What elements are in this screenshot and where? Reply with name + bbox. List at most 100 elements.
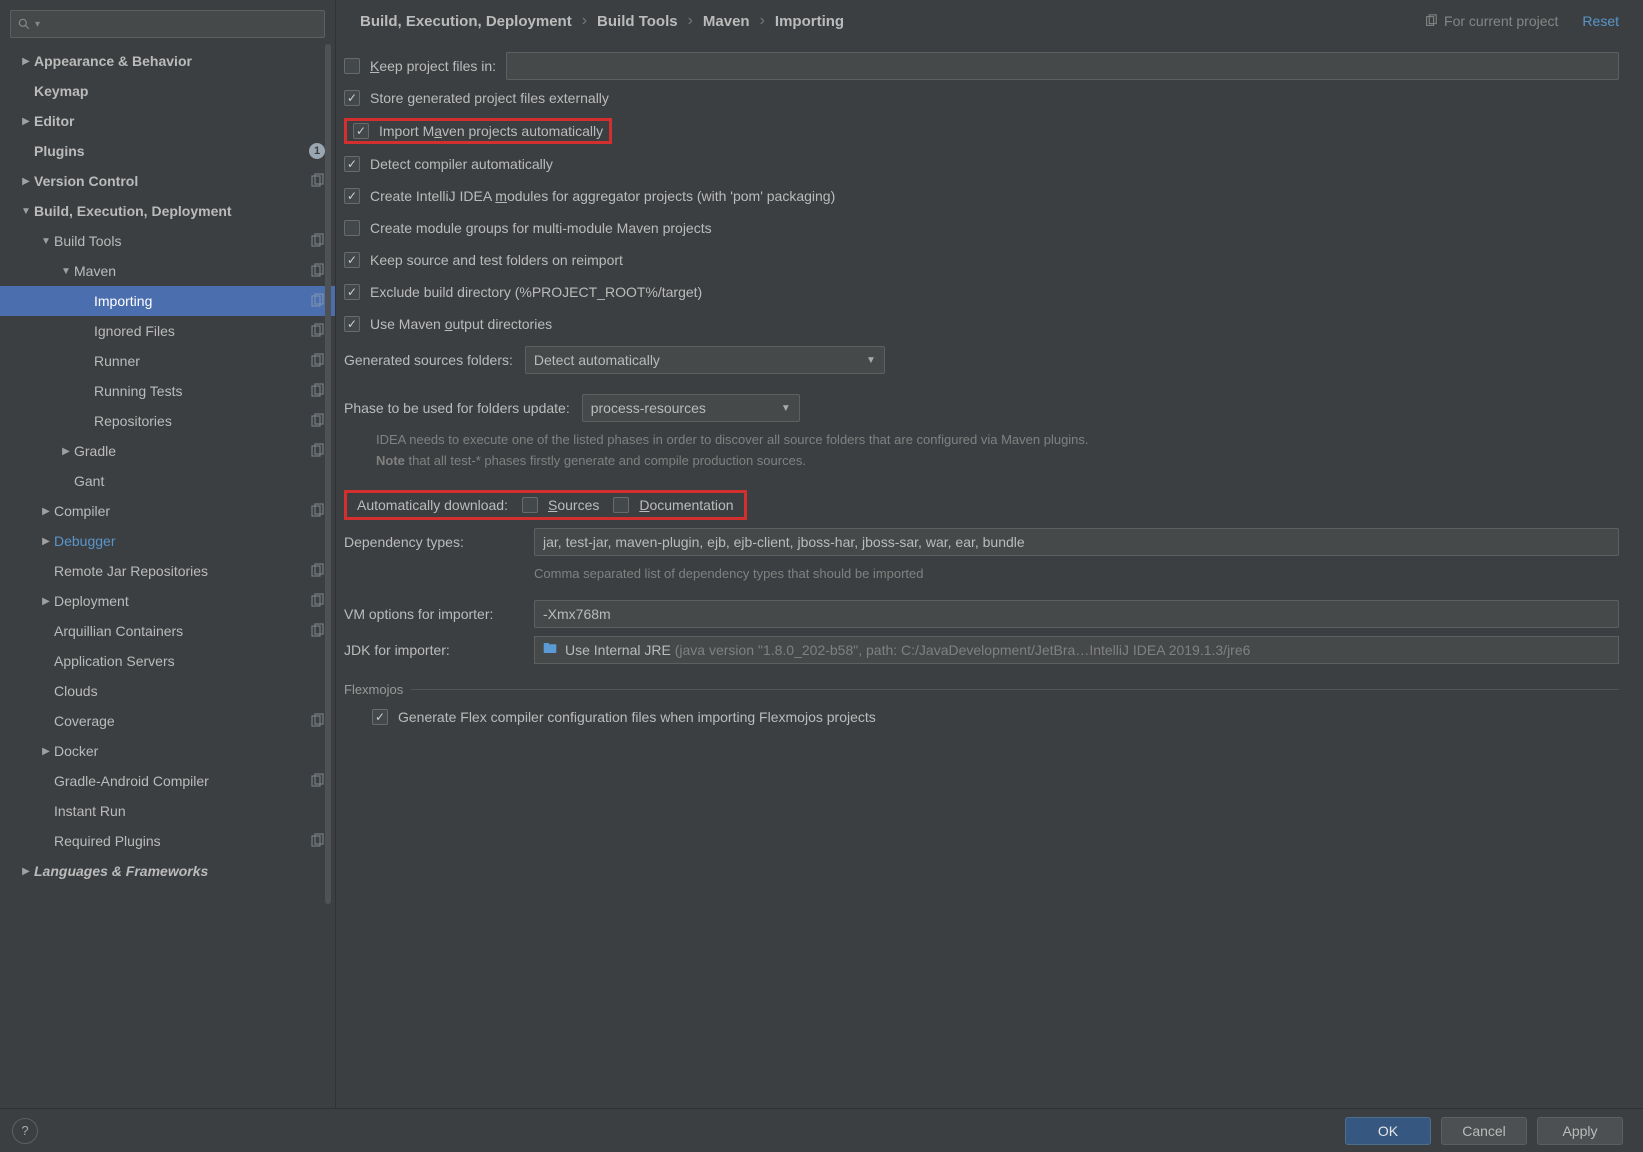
create-groups-checkbox[interactable] <box>344 220 360 236</box>
reset-link[interactable]: Reset <box>1582 13 1619 29</box>
sidebar-item-ignored-files[interactable]: ▶Ignored Files <box>0 316 335 346</box>
vm-opts-input[interactable] <box>534 600 1619 628</box>
sidebar-item-label: Ignored Files <box>94 323 305 339</box>
use-output-checkbox[interactable] <box>344 316 360 332</box>
sidebar-item-label: Build, Execution, Deployment <box>34 203 325 219</box>
sidebar-item-docker[interactable]: ▶Docker <box>0 736 335 766</box>
gen-src-select[interactable]: Detect automatically▼ <box>525 346 885 374</box>
phase-label: Phase to be used for folders update: <box>344 400 570 416</box>
auto-download-label: Automatically download: <box>357 497 508 513</box>
detect-compiler-checkbox[interactable] <box>344 156 360 172</box>
sidebar-item-editor[interactable]: ▶Editor <box>0 106 335 136</box>
chevron-right-icon: ▶ <box>18 116 34 127</box>
sidebar-item-build-execution-deployment[interactable]: ▼Build, Execution, Deployment <box>0 196 335 226</box>
crumb-bed[interactable]: Build, Execution, Deployment <box>360 13 572 30</box>
sidebar-item-required-plugins[interactable]: ▶Required Plugins <box>0 826 335 856</box>
sidebar-item-plugins[interactable]: ▶Plugins1 <box>0 136 335 166</box>
dep-types-input[interactable] <box>534 528 1619 556</box>
chevron-right-icon: ▶ <box>38 536 54 547</box>
sidebar-item-version-control[interactable]: ▶Version Control <box>0 166 335 196</box>
download-docs-checkbox[interactable] <box>613 497 629 513</box>
sidebar-item-running-tests[interactable]: ▶Running Tests <box>0 376 335 406</box>
chevron-right-icon: ▶ <box>58 446 74 457</box>
jdk-select[interactable]: 🖿 Use Internal JRE (java version "1.8.0_… <box>534 636 1619 664</box>
sidebar-item-label: Appearance & Behavior <box>34 53 325 69</box>
import-auto-label: Import Maven projects automatically <box>379 123 603 139</box>
sidebar-item-label: Repositories <box>94 413 305 429</box>
sidebar-item-arquillian-containers[interactable]: ▶Arquillian Containers <box>0 616 335 646</box>
create-modules-checkbox[interactable] <box>344 188 360 204</box>
search-input[interactable]: ▾ <box>10 10 325 38</box>
copy-icon <box>309 353 325 369</box>
folder-icon: 🖿 <box>543 638 557 662</box>
apply-button[interactable]: Apply <box>1537 1117 1623 1145</box>
settings-content: Build, Execution, Deployment › Build Too… <box>336 0 1643 1108</box>
phase-select[interactable]: process-resources▼ <box>582 394 800 422</box>
sidebar-item-label: Compiler <box>54 503 305 519</box>
chevron-right-icon: › <box>760 12 765 30</box>
keep-src-label: Keep source and test folders on reimport <box>370 252 623 268</box>
ok-button[interactable]: OK <box>1345 1117 1431 1145</box>
create-groups-label: Create module groups for multi-module Ma… <box>370 220 712 236</box>
sidebar-item-remote-jar-repositories[interactable]: ▶Remote Jar Repositories <box>0 556 335 586</box>
crumb-maven[interactable]: Maven <box>703 13 750 30</box>
divider <box>411 689 1619 690</box>
sidebar-item-gradle[interactable]: ▶Gradle <box>0 436 335 466</box>
settings-sidebar: ▾ ▶Appearance & Behavior▶Keymap▶Editor▶P… <box>0 0 336 1108</box>
copy-icon <box>309 233 325 249</box>
scrollbar[interactable] <box>325 44 331 904</box>
keep-files-label: Keep project files in: <box>370 58 496 74</box>
sidebar-item-label: Importing <box>94 293 305 309</box>
sidebar-item-coverage[interactable]: ▶Coverage <box>0 706 335 736</box>
project-scope-hint: For current project <box>1424 13 1558 29</box>
store-externally-label: Store generated project files externally <box>370 90 609 106</box>
sidebar-item-label: Plugins <box>34 143 309 159</box>
sidebar-item-importing[interactable]: ▶Importing <box>0 286 335 316</box>
sidebar-item-keymap[interactable]: ▶Keymap <box>0 76 335 106</box>
sidebar-item-deployment[interactable]: ▶Deployment <box>0 586 335 616</box>
sidebar-item-repositories[interactable]: ▶Repositories <box>0 406 335 436</box>
copy-icon <box>1424 14 1438 28</box>
chevron-down-icon: ▼ <box>866 355 876 366</box>
exclude-build-label: Exclude build directory (%PROJECT_ROOT%/… <box>370 284 702 300</box>
sidebar-item-clouds[interactable]: ▶Clouds <box>0 676 335 706</box>
download-sources-checkbox[interactable] <box>522 497 538 513</box>
copy-icon <box>309 323 325 339</box>
sidebar-item-compiler[interactable]: ▶Compiler <box>0 496 335 526</box>
sidebar-item-application-servers[interactable]: ▶Application Servers <box>0 646 335 676</box>
chevron-right-icon: › <box>582 12 587 30</box>
copy-icon <box>309 443 325 459</box>
settings-tree[interactable]: ▶Appearance & Behavior▶Keymap▶Editor▶Plu… <box>0 44 335 1108</box>
sidebar-item-label: Debugger <box>54 533 325 549</box>
copy-icon <box>309 413 325 429</box>
sidebar-item-languages-frameworks[interactable]: ▶Languages & Frameworks <box>0 856 335 886</box>
keep-src-checkbox[interactable] <box>344 252 360 268</box>
sidebar-item-instant-run[interactable]: ▶Instant Run <box>0 796 335 826</box>
cancel-button[interactable]: Cancel <box>1441 1117 1527 1145</box>
download-docs-label: Documentation <box>639 497 733 513</box>
exclude-build-checkbox[interactable] <box>344 284 360 300</box>
sidebar-item-maven[interactable]: ▼Maven <box>0 256 335 286</box>
copy-icon <box>309 833 325 849</box>
flex-generate-checkbox[interactable] <box>372 709 388 725</box>
sidebar-item-appearance-behavior[interactable]: ▶Appearance & Behavior <box>0 46 335 76</box>
keep-files-checkbox[interactable] <box>344 58 360 74</box>
help-button[interactable]: ? <box>12 1118 38 1144</box>
sidebar-item-runner[interactable]: ▶Runner <box>0 346 335 376</box>
copy-icon <box>309 263 325 279</box>
store-externally-checkbox[interactable] <box>344 90 360 106</box>
chevron-right-icon: ▶ <box>38 596 54 607</box>
copy-icon <box>309 623 325 639</box>
copy-icon <box>309 593 325 609</box>
sidebar-item-build-tools[interactable]: ▼Build Tools <box>0 226 335 256</box>
sidebar-item-debugger[interactable]: ▶Debugger <box>0 526 335 556</box>
sidebar-item-gradle-android-compiler[interactable]: ▶Gradle-Android Compiler <box>0 766 335 796</box>
import-auto-checkbox[interactable] <box>353 123 369 139</box>
crumb-buildtools[interactable]: Build Tools <box>597 13 678 30</box>
keep-files-input[interactable] <box>506 52 1619 80</box>
dep-types-help: Comma separated list of dependency types… <box>534 564 1414 585</box>
dialog-footer: ? OK Cancel Apply <box>0 1108 1643 1152</box>
sidebar-item-label: Coverage <box>54 713 305 729</box>
chevron-right-icon: ▶ <box>18 176 34 187</box>
sidebar-item-gant[interactable]: ▶Gant <box>0 466 335 496</box>
